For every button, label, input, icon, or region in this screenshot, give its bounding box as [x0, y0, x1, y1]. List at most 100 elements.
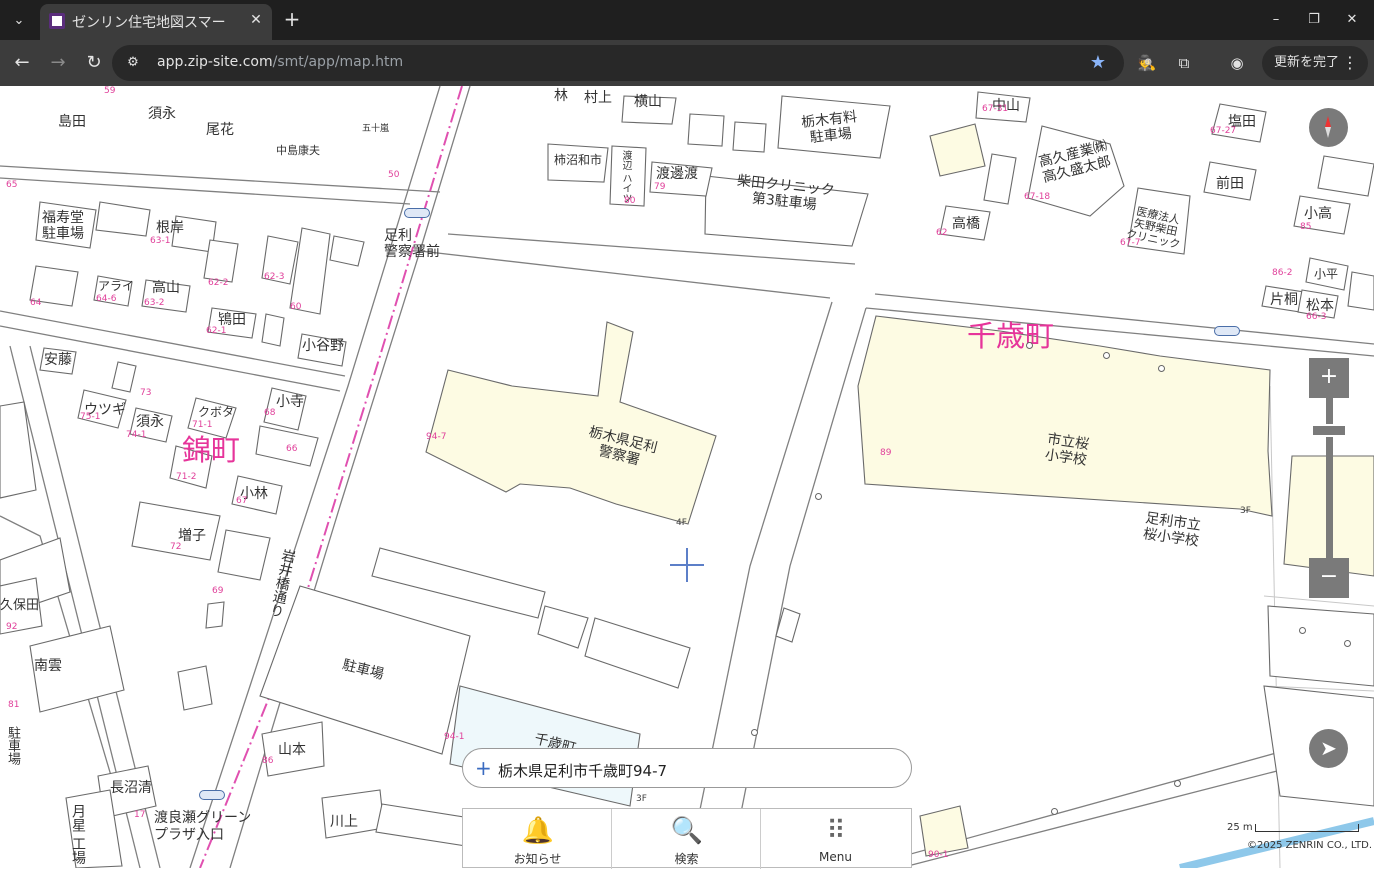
- address-bar[interactable]: ⚙ app.zip-site.com/smt/app/map.htm ★: [112, 45, 1124, 81]
- lot-number: 67-31: [982, 104, 1009, 114]
- lot-number: 94-7: [426, 432, 447, 442]
- lot-number: 60: [290, 302, 302, 312]
- site-settings-icon[interactable]: ⚙: [124, 54, 142, 72]
- house-label: 長沼清: [110, 780, 152, 796]
- fukuju-parking-label: 福寿堂 駐車場: [42, 210, 84, 242]
- more-menu-icon[interactable]: ⋮: [1342, 46, 1358, 80]
- compass-icon[interactable]: [1309, 108, 1348, 147]
- lot-number: 92: [6, 622, 18, 632]
- town-name-nishiki: 錦町: [182, 433, 241, 467]
- zoom-slider-handle[interactable]: [1311, 424, 1347, 438]
- house-label: 前田: [1216, 176, 1244, 192]
- forward-arrow-icon[interactable]: →: [44, 49, 72, 77]
- plus-icon: +: [475, 756, 492, 780]
- lot-number: 69: [212, 586, 224, 596]
- new-tab-plus-icon[interactable]: +: [280, 8, 304, 32]
- house-label: 須永: [136, 414, 164, 430]
- tab-close-icon[interactable]: ✕: [246, 10, 266, 30]
- address-search-bar[interactable]: + 栃木県足利市千歳町94-7: [462, 748, 912, 788]
- house-label: 増子: [178, 528, 206, 544]
- house-label: 高橋: [952, 216, 980, 232]
- lot-number: 80: [624, 196, 636, 206]
- lot-number: 63-1: [150, 236, 171, 246]
- lot-number: 74-1: [126, 430, 147, 440]
- zoom-in-button[interactable]: +: [1309, 358, 1349, 398]
- extension-icon[interactable]: 🕵: [1135, 51, 1159, 75]
- house-label: 高山: [152, 280, 180, 296]
- building: [584, 617, 691, 689]
- town-name-chitose: 千歳町: [967, 319, 1055, 353]
- lot-number: 85: [1300, 222, 1312, 232]
- bus-stop-icon[interactable]: [199, 790, 225, 800]
- building: [261, 313, 285, 347]
- extensions-puzzle-icon[interactable]: ⧉: [1172, 51, 1196, 75]
- building: [919, 805, 969, 857]
- lot-number: 62-1: [206, 326, 227, 336]
- active-tab[interactable]: ゼンリン住宅地図スマー ✕: [40, 4, 272, 40]
- house-label: 横山: [634, 94, 662, 110]
- lot-number: 63-2: [144, 298, 165, 308]
- lot-number: 75-1: [80, 412, 101, 422]
- building: [0, 401, 37, 499]
- tree-symbol-icon: [1299, 627, 1306, 634]
- house-label: 島田: [58, 114, 86, 130]
- road: [0, 177, 411, 205]
- back-arrow-icon[interactable]: ←: [8, 49, 36, 77]
- bell-icon: 🔔: [521, 816, 555, 846]
- lot-number: 89: [880, 448, 892, 458]
- building: [1347, 271, 1374, 311]
- nav-menu-button[interactable]: ⠿ Menu: [761, 809, 910, 869]
- lot-number: 4F: [676, 518, 687, 528]
- reload-icon[interactable]: ↻: [80, 49, 108, 77]
- nav-search-label: 検索: [674, 852, 699, 866]
- lot-number: 66-3: [1306, 312, 1327, 322]
- building: [983, 153, 1017, 205]
- browser-toolbar: ← → ↻ ⚙ app.zip-site.com/smt/app/map.htm…: [0, 40, 1374, 86]
- paid-parking-label: 栃木有料 駐車場: [800, 109, 858, 147]
- lot-number: 65: [6, 180, 18, 190]
- lot-number: 81: [8, 700, 20, 710]
- restore-icon[interactable]: ❐: [1302, 8, 1326, 32]
- building: [205, 601, 225, 629]
- lot-number: 71-2: [176, 472, 197, 482]
- tab-strip: ⌄ ゼンリン住宅地図スマー ✕ + – ❐ ✕: [0, 0, 1374, 40]
- tree-symbol-icon: [1174, 780, 1181, 787]
- current-location-icon[interactable]: ➤: [1309, 729, 1348, 768]
- lot-number: 64: [30, 298, 42, 308]
- tree-symbol-icon: [1158, 365, 1165, 372]
- nav-news-label: お知らせ: [513, 852, 562, 866]
- house-label: アライ: [98, 279, 135, 293]
- close-window-icon[interactable]: ✕: [1340, 8, 1364, 32]
- tree-symbol-icon: [751, 729, 758, 736]
- house-label: クボタ: [198, 405, 235, 419]
- lot-number: 67-18: [1024, 192, 1051, 202]
- house-label: 小平: [1314, 267, 1339, 281]
- lot-number: 62-3: [264, 272, 285, 282]
- bus-stop-icon[interactable]: [1214, 326, 1240, 336]
- url-domain: app.zip-site.com: [157, 54, 273, 70]
- bookmark-star-icon[interactable]: ★: [1086, 51, 1110, 75]
- green-plaza-stop-label: 渡良瀬グリーン プラザ入口: [154, 810, 252, 843]
- minimize-icon[interactable]: –: [1264, 8, 1288, 32]
- profile-icon[interactable]: ◉: [1225, 51, 1249, 75]
- building: [177, 665, 213, 711]
- road: [0, 165, 441, 193]
- nav-search-button[interactable]: 🔍 検索: [612, 809, 761, 869]
- house-label: 中島康夫: [276, 144, 320, 157]
- house-label: 片桐: [1270, 292, 1298, 308]
- lot-number: 62: [936, 228, 948, 238]
- tab-search-chevron-icon[interactable]: ⌄: [6, 7, 32, 33]
- house-label: 小寺: [276, 394, 304, 410]
- zoom-slider-track[interactable]: [1326, 398, 1333, 558]
- lot-number: 67-7: [1120, 238, 1141, 248]
- zoom-out-button[interactable]: −: [1309, 558, 1349, 598]
- lot-number: 67: [236, 496, 248, 506]
- update-button[interactable]: 更新を完了 ⋮: [1262, 46, 1368, 80]
- house-label: 五十嵐: [362, 124, 390, 134]
- address-text: 栃木県足利市千歳町94-7: [498, 762, 668, 780]
- bus-stop-icon[interactable]: [404, 208, 430, 218]
- lot-number: 68: [264, 408, 276, 418]
- police-bus-stop-label: 足利 警察署前: [384, 228, 440, 260]
- nav-news-button[interactable]: 🔔 お知らせ: [463, 809, 612, 869]
- tab-title: ゼンリン住宅地図スマー: [72, 15, 226, 31]
